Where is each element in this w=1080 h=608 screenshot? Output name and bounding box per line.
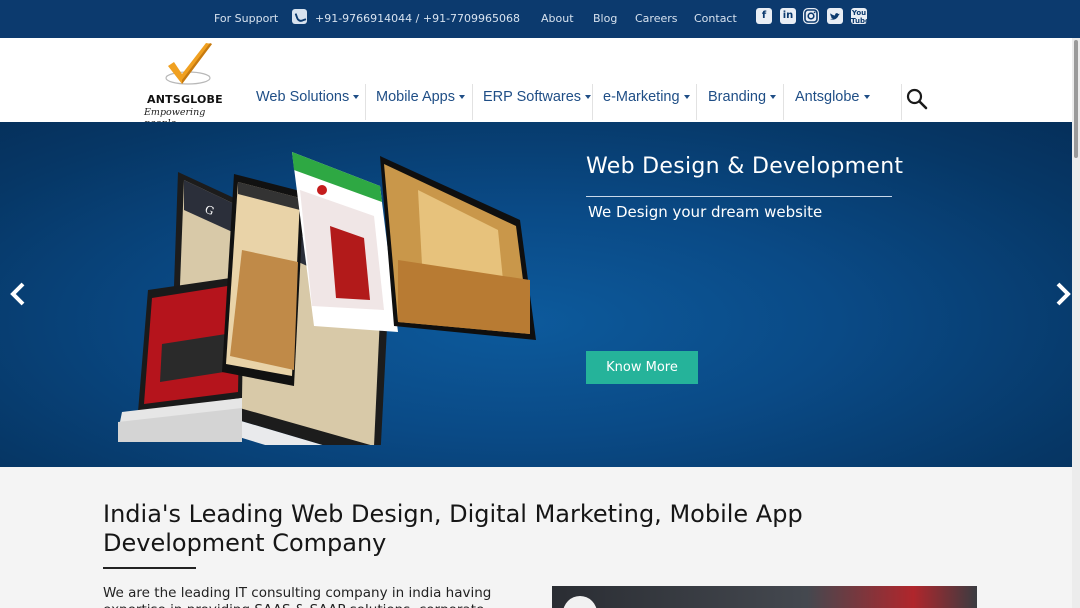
scrollbar-thumb[interactable] <box>1074 40 1078 158</box>
caret-down-icon <box>353 95 360 100</box>
nav-label: ERP Softwares <box>483 89 582 105</box>
linkedin-icon[interactable]: in <box>780 8 796 24</box>
top-link-careers[interactable]: Careers <box>635 12 678 25</box>
caret-down-icon <box>863 95 870 100</box>
intro-video-thumbnail[interactable] <box>552 586 977 608</box>
intro-section: India's Leading Web Design, Digital Mark… <box>0 467 1080 608</box>
nav-divider <box>696 84 697 120</box>
facebook-icon[interactable]: f <box>756 8 772 24</box>
caret-down-icon <box>770 95 777 100</box>
top-bar: For Support +91-9766914044 / +91-7709965… <box>0 0 1080 38</box>
nav-divider <box>365 84 366 120</box>
know-more-button[interactable]: Know More <box>586 351 698 384</box>
nav-divider <box>901 84 902 120</box>
chevron-left-icon[interactable] <box>8 282 28 306</box>
heading-underline <box>103 567 196 569</box>
nav-divider <box>783 84 784 120</box>
youtube-icon[interactable]: You Tube <box>851 8 870 25</box>
intro-paragraph: We are the leading IT consulting company… <box>103 585 492 608</box>
nav-label: e-Marketing <box>603 89 680 105</box>
nav-branding[interactable]: Branding <box>708 84 777 120</box>
hero-divider <box>586 196 892 197</box>
nav-label: Antsglobe <box>795 89 860 105</box>
page: For Support +91-9766914044 / +91-7709965… <box>0 0 1080 608</box>
nav-e-marketing[interactable]: e-Marketing <box>603 84 690 120</box>
nav-label: Web Solutions <box>256 89 350 105</box>
caret-down-icon <box>683 95 690 100</box>
nav-label: Branding <box>708 89 767 105</box>
website-screen-interior <box>222 174 304 386</box>
chevron-right-icon[interactable] <box>1053 282 1073 306</box>
top-link-blog[interactable]: Blog <box>593 12 617 25</box>
devices-mockup-image: G <box>118 152 536 445</box>
hero-title: Web Design & Development <box>586 154 904 179</box>
phone-icon <box>292 9 307 24</box>
nav-label: Mobile Apps <box>376 89 455 105</box>
site-header: ANTSGLOBE Empowering people Web Solution… <box>0 38 1080 129</box>
nav-web-solutions[interactable]: Web Solutions <box>256 84 360 120</box>
video-logo-badge <box>563 596 597 608</box>
hero-slider: G Web Design & Development We Design you… <box>0 122 1080 467</box>
support-phone-numbers: +91-9766914044 / +91-7709965068 <box>315 12 521 25</box>
support-label: For Support <box>214 12 279 25</box>
nav-mobile-apps[interactable]: Mobile Apps <box>376 84 465 120</box>
nav-divider <box>592 84 593 120</box>
nav-antsglobe[interactable]: Antsglobe <box>795 84 870 120</box>
nav-divider <box>472 84 473 120</box>
nav-erp-softwares[interactable]: ERP Softwares <box>483 84 592 120</box>
caret-down-icon <box>459 95 465 100</box>
search-icon[interactable] <box>906 88 928 110</box>
website-screen-mall <box>380 156 536 340</box>
hero-subtitle: We Design your dream website <box>588 203 823 221</box>
top-link-about[interactable]: About <box>541 12 574 25</box>
top-link-contact[interactable]: Contact <box>694 12 737 25</box>
twitter-icon[interactable] <box>827 8 843 24</box>
instagram-icon[interactable] <box>803 8 819 24</box>
caret-down-icon <box>585 95 592 100</box>
page-scrollbar[interactable] <box>1072 38 1080 608</box>
section-heading: India's Leading Web Design, Digital Mark… <box>103 500 803 557</box>
